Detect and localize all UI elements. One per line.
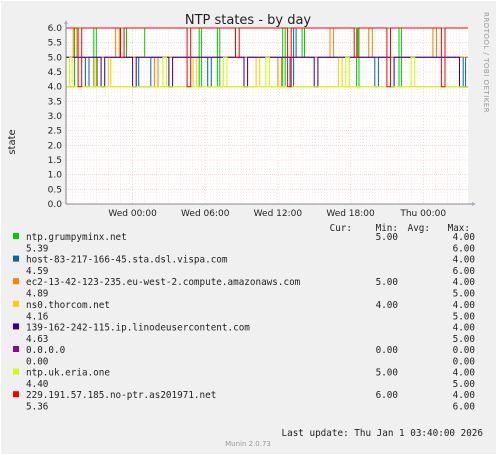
legend-avg: 5.39 (26, 244, 48, 255)
legend-avg: 4.89 (26, 289, 48, 300)
legend-avg: 4.16 (26, 311, 48, 322)
legend-cur: 0.00 (376, 345, 398, 356)
rrdtool-credit: RRDTOOL / TOBI OETIKER (482, 12, 490, 113)
y-tick-label: 6.0 (48, 24, 63, 34)
legend-swatch (13, 368, 19, 375)
legend-max: 6.00 (453, 402, 475, 413)
legend-min: 4.00 (453, 390, 475, 401)
y-tick-label: 4.0 (48, 83, 63, 93)
legend-min: 4.00 (453, 232, 475, 243)
y-tick-label: 3.0 (48, 112, 63, 122)
y-tick-label: 0.0 (48, 200, 63, 210)
legend-max: 5.00 (453, 379, 475, 390)
legend-series-name: ec2-13-42-123-235.eu-west-2.compute.amaz… (26, 277, 301, 288)
x-tick-label: Wed 12:00 (254, 209, 303, 219)
legend-cur: 5.00 (376, 232, 398, 243)
legend-swatch (13, 323, 19, 330)
legend-swatch (13, 346, 19, 352)
legend-avg: 5.36 (26, 402, 48, 413)
legend-min: 0.00 (453, 345, 475, 356)
y-tick-label: 5.5 (48, 39, 62, 49)
x-tick-label: Wed 06:00 (181, 209, 230, 219)
y-tick-label: 1.0 (48, 171, 63, 181)
legend-cur: 6.00 (376, 390, 398, 401)
chart-title: NTP states - by day (185, 13, 312, 28)
legend-swatch (13, 255, 19, 262)
last-update: Last update: Thu Jan 1 03:40:00 2026 (282, 428, 484, 439)
legend-min: 4.00 (453, 300, 475, 311)
y-tick-label: 4.5 (48, 68, 62, 78)
legend-min: 4.00 (453, 322, 475, 333)
y-tick-label: 2.5 (48, 127, 62, 137)
ntp-states-chart: NTP states - by day state RRDTOOL / TOBI… (0, 0, 497, 455)
legend-series-name: ns0.thorcom.net (26, 300, 110, 311)
y-tick-label: 2.0 (48, 141, 63, 151)
y-axis-label: state (7, 129, 18, 154)
legend-max: 0.00 (453, 357, 475, 368)
legend-series-name: ntp.uk.eria.one (26, 368, 110, 379)
legend-avg: 4.63 (26, 334, 48, 345)
legend-series-name: 0.0.0.0 (26, 345, 65, 356)
legend-swatch (13, 233, 19, 239)
x-tick-label: Wed 00:00 (108, 209, 157, 219)
legend-cur: 5.00 (376, 277, 398, 288)
legend-max: 5.00 (453, 311, 475, 322)
legend-swatch (13, 300, 19, 307)
legend-min: 4.00 (453, 277, 475, 288)
y-tick-label: 5.0 (48, 53, 63, 63)
legend-max: 5.00 (453, 289, 475, 300)
legend-swatch (13, 278, 19, 285)
legend-max: 5.00 (453, 334, 475, 345)
legend-min: 4.00 (453, 368, 475, 379)
y-tick-label: 1.5 (48, 156, 62, 166)
legend-cur: 5.00 (376, 368, 398, 379)
x-tick-label: Thu 00:00 (399, 209, 446, 219)
legend-series-name: ntp.grumpyminx.net (26, 232, 127, 243)
legend-header-cur: Cur: (330, 223, 352, 234)
legend-max: 6.00 (453, 244, 475, 255)
legend-avg: 4.40 (26, 379, 48, 390)
legend-cur: 4.00 (376, 300, 398, 311)
x-tick-label: Wed 18:00 (326, 209, 375, 219)
munin-version: Munin 2.0.73 (225, 440, 271, 448)
legend-header-avg: Avg: (408, 223, 430, 234)
legend-max: 6.00 (453, 266, 475, 277)
y-tick-label: 0.5 (48, 185, 62, 195)
legend-series-name: host-83-217-166-45.sta.dsl.vispa.com (26, 255, 228, 266)
legend-avg: 0.00 (26, 357, 48, 368)
legend-swatch (13, 391, 19, 398)
legend-series-name: 229.191.57.185.no-ptr.as201971.net (26, 390, 216, 401)
munin-graph-page: NTP states - by day state RRDTOOL / TOBI… (0, 0, 497, 455)
legend-min: 4.00 (453, 255, 475, 266)
y-tick-label: 3.5 (48, 97, 62, 107)
legend-series-name: 139-162-242-115.ip.linodeusercontent.com (26, 322, 250, 333)
legend-avg: 4.59 (26, 266, 48, 277)
